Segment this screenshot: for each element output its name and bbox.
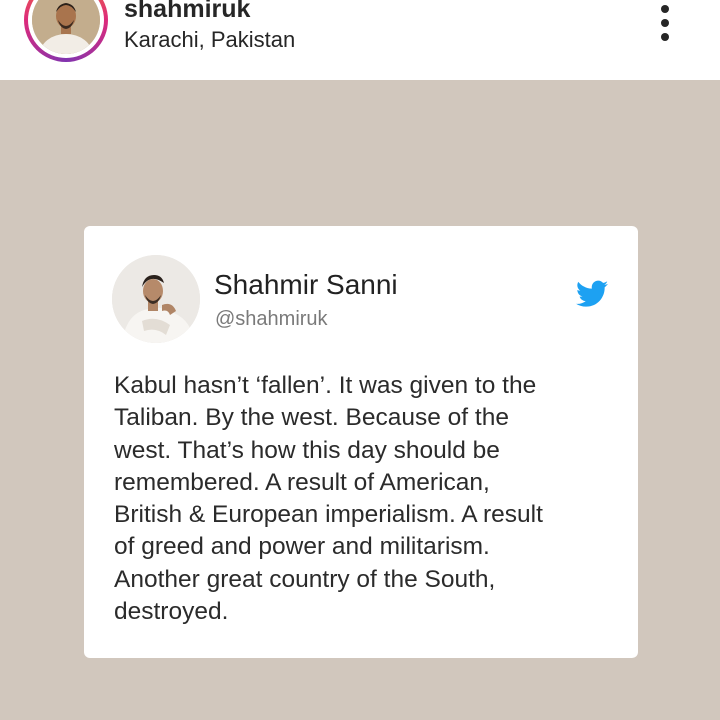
- tweet-display-name: Shahmir Sanni: [214, 269, 398, 300]
- avatar-person-image: [32, 0, 100, 54]
- avatar-ring-gap: [28, 0, 104, 58]
- tweet-text-line: Another great country of the South,: [114, 565, 496, 593]
- tweet-text: Kabul hasn’t ‘fallen’. It was given to t…: [114, 370, 624, 628]
- more-dot: [661, 5, 669, 13]
- tweet-text-line: of greed and power and militarism.: [114, 533, 490, 561]
- more-dot: [661, 19, 669, 27]
- tweet-text-line: destroyed.: [114, 598, 229, 626]
- tweet-text-line: British & European imperialism. A result: [114, 501, 543, 529]
- location-link[interactable]: Karachi, Pakistan: [124, 26, 295, 54]
- tweet-avatar-image: [112, 255, 200, 343]
- profile-avatar[interactable]: [24, 0, 108, 62]
- tweet-avatar: [112, 255, 200, 343]
- username[interactable]: shahmiruk: [124, 0, 250, 24]
- tweet-text-line: Taliban. By the west. Because of the: [114, 404, 509, 432]
- tweet-text-line: west. That’s how this day should be: [114, 436, 500, 464]
- tweet-handle: @shahmiruk: [215, 308, 328, 330]
- more-vertical-icon[interactable]: [650, 2, 680, 44]
- avatar-photo: [32, 0, 100, 54]
- post-header: shahmiruk Karachi, Pakistan: [0, 0, 720, 80]
- tweet-text-line: Kabul hasn’t ‘fallen’. It was given to t…: [114, 372, 537, 399]
- tweet-card: Shahmir Sanni @shahmiruk Kabul hasn’t ‘f…: [84, 226, 638, 658]
- more-dot: [661, 33, 669, 41]
- twitter-bird-icon: [576, 280, 608, 307]
- tweet-text-line: remembered. A result of American,: [114, 468, 490, 496]
